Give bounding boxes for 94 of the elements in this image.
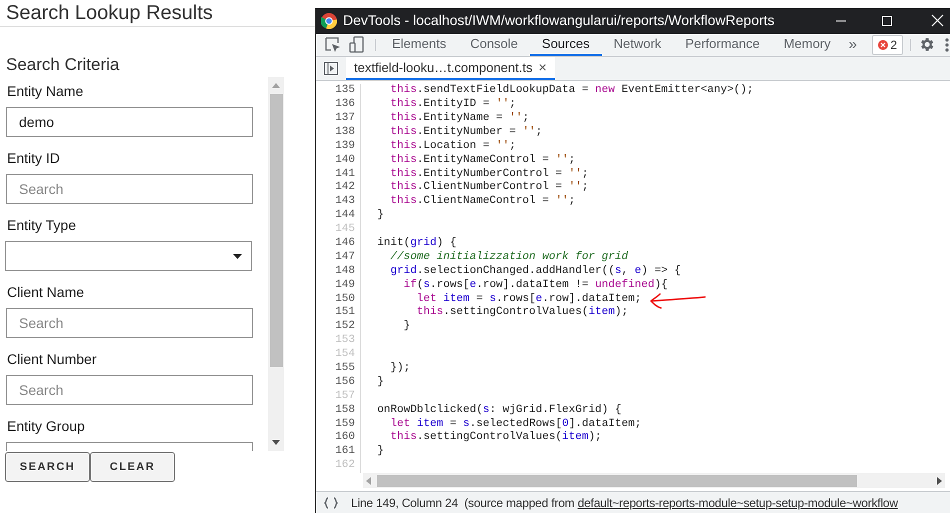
field-label: Entity Type [7,217,76,233]
error-count-badge[interactable]: 2 [872,34,903,55]
code-line: init(grid) { [376,236,456,251]
code-line: this.settingControlValues(item); [389,431,602,446]
caret-icon [233,254,242,258]
code-line: //some initializzation work for grid [389,250,628,265]
section-title: Search Criteria [6,55,120,75]
line-number: 138 [316,126,361,140]
scrollbar[interactable] [268,77,284,451]
line-number: 162 [316,459,361,474]
line-number: 136 [316,98,361,112]
maximize-icon[interactable] [881,14,893,27]
line-number: 154 [316,348,361,362]
search-button[interactable]: SEARCH [5,452,90,482]
code-line: }); [389,362,410,376]
line-number: 159 [316,418,361,432]
scroll-down-icon[interactable] [272,440,280,445]
window-title: DevTools - localhost/IWM/workflowangularui/reports/WorkflowReports [343,11,775,30]
line-number: 151 [316,306,361,320]
annotation-arrow-drawing [649,293,707,310]
input-field[interactable]: Search [6,174,253,204]
line-number: 161 [316,445,361,460]
line-number: 139 [316,140,361,154]
horizontal-scroll-thumb[interactable] [377,474,857,487]
code-line: } [376,445,384,460]
scroll-thumb[interactable] [270,94,282,367]
source-link[interactable]: default~reports-reports-module~setup-setup-module~workflow [578,496,898,510]
error-icon [878,40,888,50]
device-icon[interactable] [349,36,365,54]
line-number: 146 [316,236,361,251]
code-line: this.EntityNumber = ''; [389,126,542,140]
code-line: this.EntityID = ''; [389,98,516,112]
line-number: 152 [316,320,361,334]
page-title: Search Lookup Results [6,1,213,25]
code-line: this.EntityNameControl = ''; [389,154,576,168]
panel-tab[interactable]: Memory [772,34,843,56]
line-number: 142 [316,181,361,196]
panel-tab[interactable]: Console [458,34,530,56]
line-number: 144 [316,209,361,224]
field-label: Entity Group [7,418,85,434]
line-number: 145 [316,223,361,237]
line-number: 143 [316,195,361,210]
line-number: 140 [316,154,361,168]
line-number: 137 [316,112,361,126]
more-tabs-button[interactable]: » [848,34,858,56]
code-line: this.ClientNameControl = ''; [389,195,576,210]
field-label: Entity ID [7,150,60,166]
close-icon[interactable] [931,14,944,28]
line-number: 135 [316,84,361,98]
line-number: 141 [316,168,361,182]
navigator-toggle-icon[interactable] [324,62,338,76]
line-number: 158 [316,404,361,418]
line-number: 160 [316,431,361,446]
status-text: Line 149, Column 24 (source mapped from default~reports-reports-module~setup-setup-module~workflow [351,494,898,512]
code-line: this.EntityNumberControl = ''; [389,168,588,181]
line-number: 155 [316,362,361,376]
panel-tab[interactable]: Elements [380,34,458,56]
close-tab-button[interactable]: × [538,57,547,78]
field-label: Client Name [7,284,84,300]
input-field[interactable]: Search [6,375,253,405]
line-number: 148 [316,264,361,279]
file-tab[interactable]: textfield-looku…t.component.ts × [346,57,555,80]
code-line: this.settingControlValues(item); [416,306,628,320]
line-number: 156 [316,376,361,390]
code-line: } [402,320,410,334]
line-number: 147 [316,250,361,265]
panel-tab[interactable]: Performance [673,34,772,56]
code-line: this.Location = ''; [389,140,516,154]
field-label: Client Number [7,351,96,367]
pretty-print-icon[interactable] [324,496,338,509]
code-line: this.ClientNumberControl = ''; [389,181,588,195]
panel-tab[interactable]: Network [602,34,674,56]
line-number: 149 [316,278,361,293]
code-line: this.sendTextFieldLookupData = new EventEmitter<any>(); [389,84,754,98]
code-line: onRowDblclicked(s: wjGrid.FlexGrid) { [376,404,622,418]
code-line: let item = s.selectedRows[0].dataItem; [389,418,642,431]
code-line: } [376,376,384,390]
clear-button[interactable]: CLEAR [90,452,175,482]
code-line: let item = s.rows[e.row].dataItem; [416,292,642,306]
scroll-right-icon[interactable] [937,476,942,485]
code-line: grid.selectionChanged.addHandler((s, e) => { [389,264,681,279]
code-line: if(s.rows[e.row].dataItem != undefined){ [402,278,668,293]
dropdown-field[interactable] [5,241,252,271]
input-field[interactable]: Search [6,308,253,338]
line-number: 150 [316,292,361,306]
browser-logo-icon [321,12,337,29]
line-number: 157 [316,390,361,404]
code-line: } [376,209,384,224]
line-number: 153 [316,334,361,348]
field-label: Entity Name [7,83,84,99]
input-field[interactable]: demo [6,107,253,137]
more-options-icon[interactable] [945,38,949,52]
code-line: this.EntityName = ''; [389,112,530,126]
inspect-icon[interactable] [325,36,341,53]
